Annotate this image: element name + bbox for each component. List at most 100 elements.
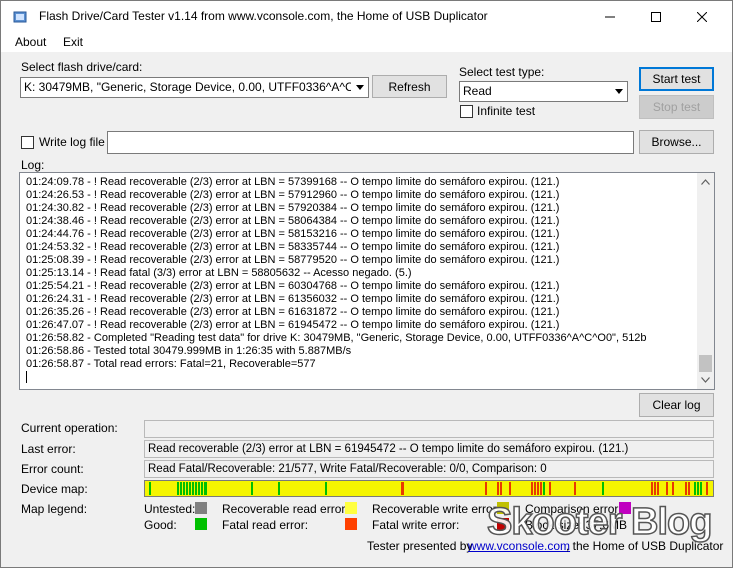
- device-map-cell: [693, 482, 696, 495]
- device-map-cell: [419, 482, 423, 495]
- device-map-cell: [383, 482, 386, 495]
- device-map-cell: [195, 482, 198, 495]
- log-textarea[interactable]: 01:24:09.78 - ! Read recoverable (2/3) e…: [19, 172, 715, 390]
- device-map-cell: [700, 482, 703, 495]
- device-map-cell: [533, 482, 536, 495]
- close-button[interactable]: [679, 1, 725, 32]
- device-map-cell: [595, 482, 598, 495]
- drive-select[interactable]: K: 30479MB, "Generic, Storage Device, 0.…: [20, 77, 369, 98]
- device-map-cell: [164, 482, 167, 495]
- chevron-down-icon[interactable]: [610, 82, 627, 101]
- device-map-cell: [290, 482, 293, 495]
- chevron-down-icon[interactable]: [351, 78, 368, 97]
- device-map-label: Device map:: [21, 482, 88, 496]
- watermark: Skooter Blog: [486, 500, 713, 544]
- device-map-cell: [444, 482, 447, 495]
- device-map-cell: [213, 482, 216, 495]
- device-map-cell: [167, 482, 170, 495]
- device-map-cell: [503, 482, 506, 495]
- device-map-cell: [552, 482, 555, 495]
- device-map-cell: [666, 482, 669, 495]
- device-map-cell: [269, 482, 272, 495]
- log-file-path-input[interactable]: [107, 131, 634, 154]
- device-map-cell: [262, 482, 266, 495]
- device-map-cell: [330, 482, 333, 495]
- device-map-cell: [684, 482, 687, 495]
- device-map-cell: [613, 482, 616, 495]
- device-map-cell: [176, 482, 179, 495]
- device-map-cell: [275, 482, 278, 495]
- device-map-cell: [493, 482, 496, 495]
- write-log-checkbox[interactable]: [21, 136, 34, 149]
- device-map-cell: [709, 482, 712, 495]
- device-map-cell: [678, 482, 681, 495]
- minimize-button[interactable]: [587, 1, 633, 32]
- device-map-cell: [696, 482, 700, 495]
- log-line: 01:24:38.46 - ! Read recoverable (2/3) e…: [26, 214, 560, 227]
- device-map-cell: [558, 482, 561, 495]
- device-map-cell: [395, 482, 398, 495]
- scroll-up-icon[interactable]: [701, 179, 710, 185]
- device-map-cell: [453, 482, 456, 495]
- test-type-select[interactable]: Read: [459, 81, 628, 102]
- scroll-thumb[interactable]: [699, 355, 712, 372]
- log-line: 01:24:53.32 - ! Read recoverable (2/3) e…: [26, 240, 560, 253]
- log-line: 01:25:08.39 - ! Read recoverable (2/3) e…: [26, 253, 560, 266]
- device-map-cell: [530, 482, 533, 495]
- device-map-cell: [293, 482, 296, 495]
- device-map-cell: [623, 482, 626, 495]
- refresh-button[interactable]: Refresh: [372, 75, 447, 98]
- log-line: 01:25:13.14 - ! Read fatal (3/3) error a…: [26, 266, 412, 279]
- device-map-cell: [490, 482, 493, 495]
- device-map-cell: [247, 482, 250, 495]
- menu-exit[interactable]: Exit: [63, 35, 83, 49]
- device-map-cell: [309, 482, 312, 495]
- device-map-cell: [182, 482, 186, 495]
- device-map-cell: [478, 482, 481, 495]
- device-map-cell: [272, 482, 275, 495]
- device-map-cell: [413, 482, 416, 495]
- log-line: 01:26:58.86 - Tested total 30479.999MB i…: [26, 344, 352, 357]
- device-map-cell: [170, 482, 173, 495]
- device-map-cell: [210, 482, 213, 495]
- log-line: 01:26:47.07 - ! Read recoverable (2/3) e…: [26, 318, 560, 331]
- device-map-cell: [259, 482, 262, 495]
- log-line: 01:24:30.82 - ! Read recoverable (2/3) e…: [26, 201, 560, 214]
- device-map-cell: [373, 482, 376, 495]
- log-scrollbar[interactable]: [697, 173, 714, 389]
- device-map-cell: [549, 482, 552, 495]
- log-line: 01:26:58.87 - Total read errors: Fatal=2…: [26, 357, 316, 370]
- device-map-cell: [472, 482, 475, 495]
- device-map-cell: [573, 482, 576, 495]
- device-map-cell: [201, 482, 204, 495]
- device-map-cell: [376, 482, 379, 495]
- device-map-cell: [192, 482, 195, 495]
- infinite-test-checkbox[interactable]: [460, 105, 473, 118]
- device-map-cell: [475, 482, 478, 495]
- device-map-cell: [524, 482, 527, 495]
- log-line: 01:24:44.76 - ! Read recoverable (2/3) e…: [26, 227, 560, 240]
- device-map-cell: [339, 482, 342, 495]
- stop-test-button[interactable]: Stop test: [639, 95, 714, 119]
- maximize-button[interactable]: [633, 1, 679, 32]
- scroll-down-icon[interactable]: [701, 377, 710, 383]
- log-line: 01:24:26.53 - ! Read recoverable (2/3) e…: [26, 188, 560, 201]
- menu-about[interactable]: About: [15, 35, 46, 49]
- device-map-cell: [512, 482, 515, 495]
- device-map-cell: [447, 482, 450, 495]
- device-map: [144, 480, 714, 497]
- device-map-cell: [580, 482, 583, 495]
- device-map-cell: [284, 482, 287, 495]
- device-map-cell: [226, 482, 229, 495]
- start-test-button[interactable]: Start test: [639, 67, 714, 91]
- current-operation-field: [144, 420, 714, 438]
- device-map-cell: [484, 482, 487, 495]
- legend-good-swatch: [195, 518, 207, 530]
- device-map-cell: [189, 482, 192, 495]
- device-map-cell: [644, 482, 647, 495]
- browse-button[interactable]: Browse...: [639, 130, 714, 154]
- clear-log-button[interactable]: Clear log: [639, 393, 714, 417]
- device-map-cell: [429, 482, 432, 495]
- legend-fatal-read-swatch: [345, 518, 357, 530]
- log-line: 01:26:24.31 - ! Read recoverable (2/3) e…: [26, 292, 560, 305]
